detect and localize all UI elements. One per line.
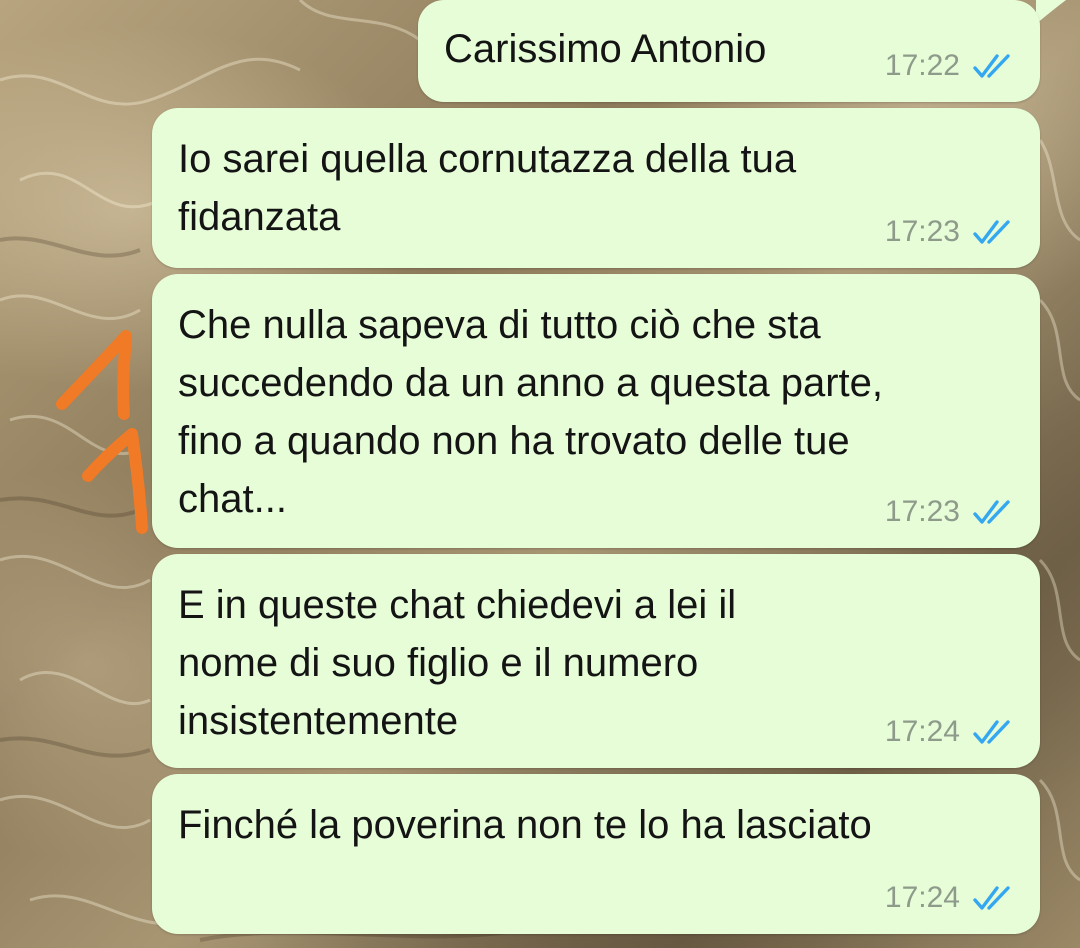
chat-message-bubble[interactable]: E in queste chat chiedevi a lei il nome … <box>152 554 1040 768</box>
message-time: 17:23 <box>884 495 960 528</box>
message-meta: 17:23 <box>885 494 1016 530</box>
chat-message-bubble[interactable]: Carissimo Antonio 17:22 <box>418 0 1040 102</box>
message-time: 17:24 <box>884 881 960 914</box>
double-check-icon <box>973 220 1010 244</box>
message-text: Finché la poverina non te lo ha lasciato <box>178 803 872 847</box>
outgoing-bubble-tail <box>1036 0 1066 24</box>
double-check-icon <box>973 720 1010 744</box>
message-meta: 17:22 <box>885 48 1016 84</box>
chat-message-bubble[interactable]: Che nulla sapeva di tutto ciò che sta su… <box>152 274 1040 548</box>
message-meta: 17:23 <box>885 214 1016 250</box>
chat-message-bubble[interactable]: Io sarei quella cornutazza della tua fid… <box>152 108 1040 268</box>
chat-message-bubble[interactable]: Finché la poverina non te lo ha lasciato… <box>152 774 1040 934</box>
message-time: 17:23 <box>884 215 960 248</box>
double-check-icon <box>973 886 1010 910</box>
double-check-icon <box>973 500 1010 524</box>
message-time: 17:22 <box>884 49 960 82</box>
message-time: 17:24 <box>884 715 960 748</box>
message-meta: 17:24 <box>885 880 1016 916</box>
double-check-icon <box>973 54 1010 78</box>
message-meta: 17:24 <box>885 714 1016 750</box>
